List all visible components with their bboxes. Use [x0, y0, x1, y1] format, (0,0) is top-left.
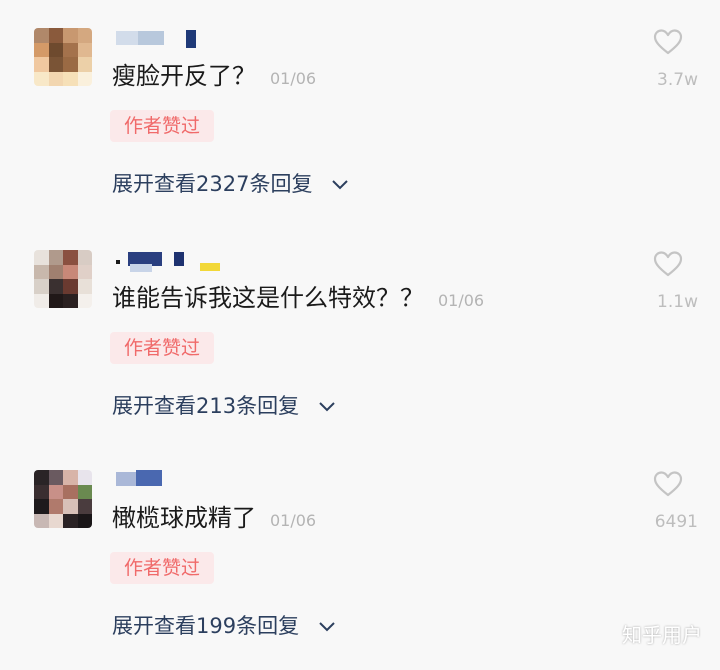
author-liked-badge: 作者赞过 [110, 332, 215, 364]
heart-icon [653, 251, 683, 277]
username-redacted[interactable] [116, 28, 236, 48]
author-liked-badge: 作者赞过 [110, 110, 215, 142]
comment-text: 谁能告诉我这是什么特效？？ 01/06 [112, 284, 485, 312]
comment-item: 瘦脸开反了？ 01/06 3.7w 作者赞过 展开查看2327条回复 [0, 28, 720, 228]
author-liked-badge: 作者赞过 [110, 552, 215, 584]
like-button[interactable]: 6491 [638, 470, 698, 532]
avatar[interactable] [34, 250, 92, 308]
watermark: 知乎用户 [622, 623, 702, 647]
avatar[interactable] [34, 470, 92, 528]
heart-icon [653, 471, 683, 497]
expand-replies-button[interactable]: 展开查看2327条回复 [112, 168, 349, 198]
comment-date: 01/06 [270, 511, 317, 530]
like-button[interactable]: 1.1w [638, 250, 698, 312]
comment-date: 01/06 [438, 291, 485, 310]
chevron-down-icon [319, 402, 335, 412]
chevron-down-icon [332, 180, 348, 190]
username-redacted[interactable] [116, 470, 236, 490]
comment-text: 橄榄球成精了 01/06 [112, 504, 317, 532]
expand-replies-button[interactable]: 展开查看199条回复 [112, 610, 336, 640]
like-count: 1.1w [657, 292, 698, 312]
username-redacted[interactable] [116, 250, 236, 272]
like-button[interactable]: 3.7w [638, 28, 698, 90]
avatar[interactable] [34, 28, 92, 86]
comment-text: 瘦脸开反了？ 01/06 [112, 62, 317, 90]
like-count: 3.7w [657, 70, 698, 90]
heart-icon [653, 29, 683, 55]
comment-date: 01/06 [270, 69, 317, 88]
comment-item: 橄榄球成精了 01/06 6491 作者赞过 展开查看199条回复 [0, 470, 720, 670]
chevron-down-icon [319, 622, 335, 632]
expand-replies-button[interactable]: 展开查看213条回复 [112, 390, 336, 420]
like-count: 6491 [654, 512, 698, 532]
comment-item: 谁能告诉我这是什么特效？？ 01/06 1.1w 作者赞过 展开查看213条回复 [0, 250, 720, 450]
